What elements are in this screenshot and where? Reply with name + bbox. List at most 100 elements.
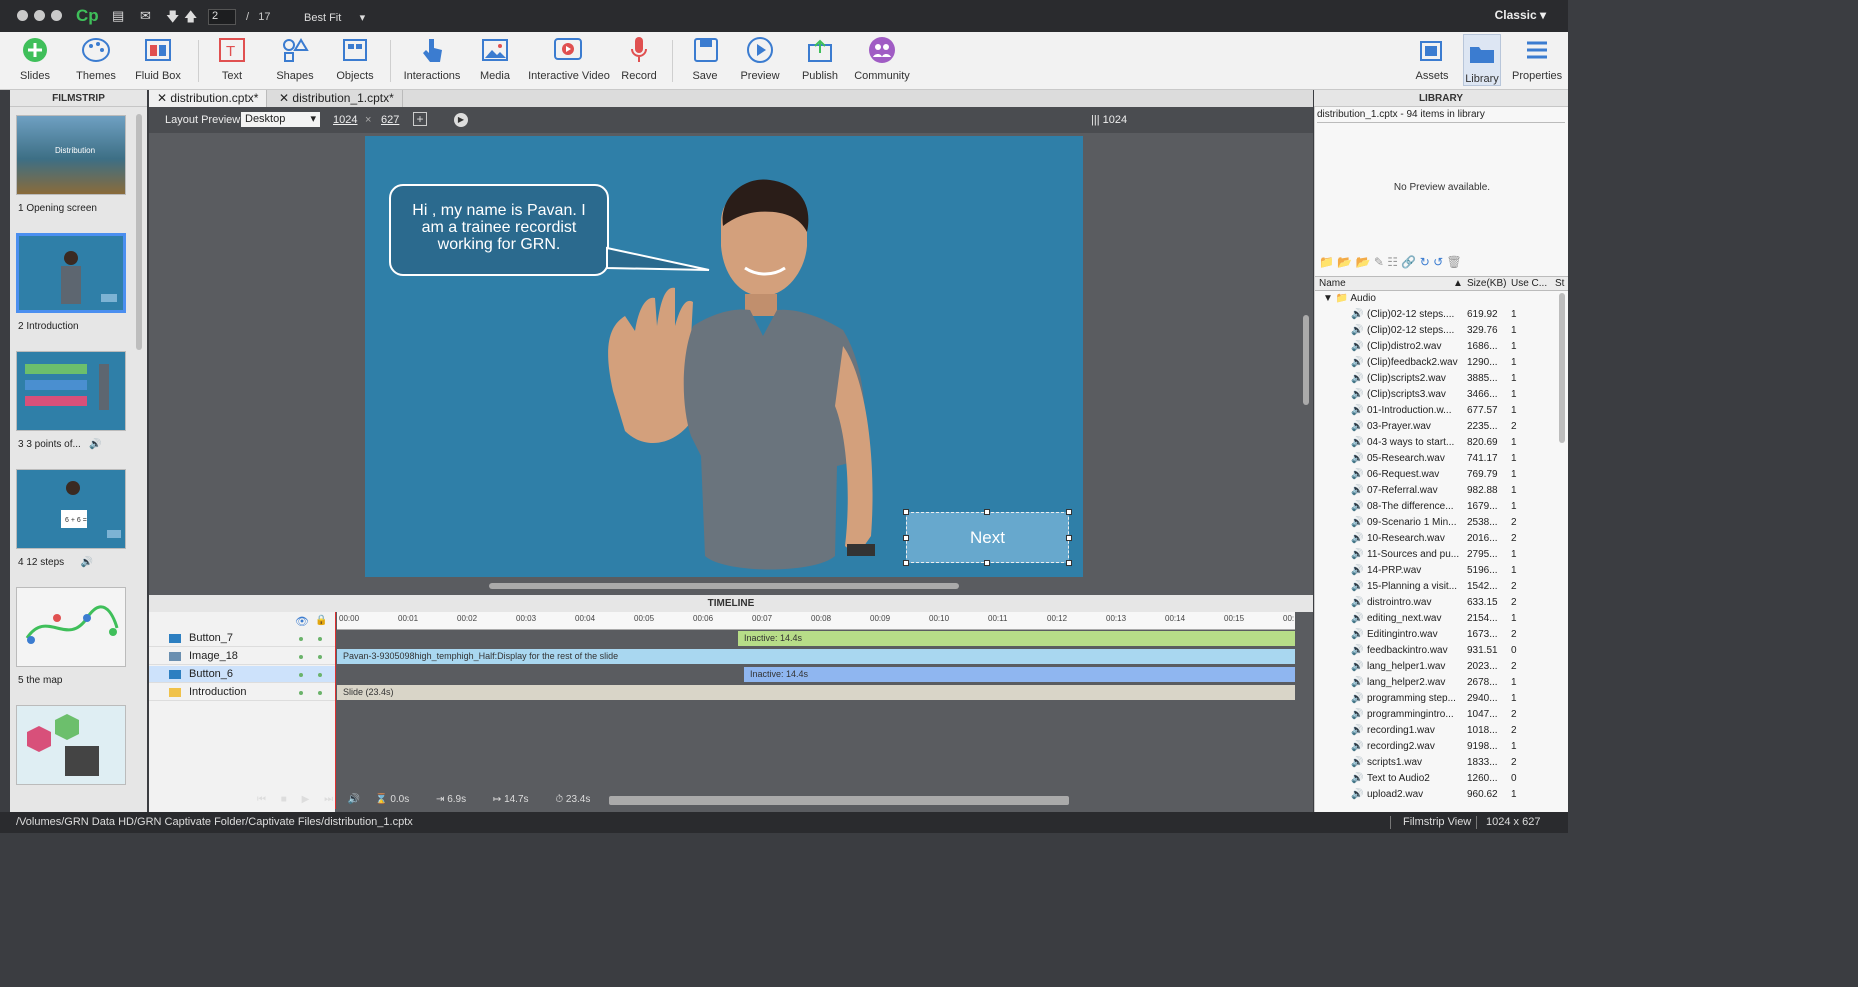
- timeline-bar[interactable]: Inactive: 14.4s: [744, 667, 1295, 682]
- library-item[interactable]: 🔊 05-Research.wav 741.17 1: [1315, 451, 1559, 467]
- resize-handle[interactable]: [903, 509, 909, 515]
- last-frame-icon[interactable]: ⏭: [324, 794, 333, 805]
- library-item[interactable]: 🔊 recording2.wav 9198... 1: [1315, 739, 1559, 755]
- library-item[interactable]: 🔊 (Clip)02-12 steps.... 619.92 1: [1315, 307, 1559, 323]
- breakpoint-marker[interactable]: ||| 1024: [1091, 114, 1127, 126]
- column-use-count[interactable]: Use C...: [1511, 278, 1547, 289]
- library-item[interactable]: 🔊 03-Prayer.wav 2235... 2: [1315, 419, 1559, 435]
- slide-thumb-5[interactable]: [16, 587, 126, 667]
- resize-handle[interactable]: [1066, 560, 1072, 566]
- timeline-layer[interactable]: Introduction: [149, 684, 335, 701]
- layer-toggle-dot[interactable]: [318, 691, 322, 695]
- sort-icon[interactable]: ▲: [1453, 278, 1463, 289]
- library-item[interactable]: 🔊 06-Request.wav 769.79 1: [1315, 467, 1559, 483]
- save-button[interactable]: Save: [690, 34, 720, 82]
- presenter-image[interactable]: [595, 176, 885, 577]
- library-item[interactable]: 🔊 01-Introduction.w... 677.57 1: [1315, 403, 1559, 419]
- library-item[interactable]: 🔊 08-The difference... 1679... 1: [1315, 499, 1559, 515]
- playhead[interactable]: [335, 612, 336, 809]
- fluid-box-button[interactable]: Fluid Box: [134, 34, 182, 82]
- resize-handle[interactable]: [903, 535, 909, 541]
- workspace-select[interactable]: Classic ▾: [1495, 8, 1546, 22]
- media-button[interactable]: Media: [476, 34, 514, 82]
- resize-handle[interactable]: [1066, 509, 1072, 515]
- delete-icon[interactable]: 🗑: [1447, 255, 1462, 269]
- layer-toggle-dot[interactable]: [318, 673, 322, 677]
- library-item[interactable]: 🔊 (Clip)distro2.wav 1686... 1: [1315, 339, 1559, 355]
- first-frame-icon[interactable]: ⏮: [257, 794, 266, 805]
- timeline-bar[interactable]: Pavan-3-9305098high_temphigh_Half:Displa…: [337, 649, 1295, 664]
- height-value[interactable]: 627: [381, 114, 399, 126]
- speech-bubble[interactable]: Hi , my name is Pavan. I am a trainee re…: [389, 184, 609, 276]
- themes-button[interactable]: Themes: [74, 34, 118, 82]
- stop-icon[interactable]: ■: [281, 794, 287, 805]
- column-size[interactable]: Size(KB): [1467, 278, 1506, 289]
- shapes-button[interactable]: Shapes: [274, 34, 316, 82]
- zoom-window-button[interactable]: [51, 10, 62, 21]
- slide-thumb-3[interactable]: [16, 351, 126, 431]
- slide-thumb-1[interactable]: Distribution: [16, 115, 126, 195]
- interactions-button[interactable]: Interactions: [402, 34, 462, 82]
- close-icon[interactable]: ✕: [157, 91, 167, 105]
- library-item[interactable]: 🔊 feedbackintro.wav 931.51 0: [1315, 643, 1559, 659]
- library-item[interactable]: 🔊 programming step... 2940... 1: [1315, 691, 1559, 707]
- library-scrollbar[interactable]: [1559, 293, 1565, 443]
- timeline-layer[interactable]: Button_7: [149, 630, 335, 647]
- slide-thumb-6[interactable]: [16, 705, 126, 785]
- library-item[interactable]: 🔊 editing_next.wav 2154... 1: [1315, 611, 1559, 627]
- eye-icon[interactable]: 👁: [295, 615, 309, 628]
- resize-handle[interactable]: [1066, 535, 1072, 541]
- library-item[interactable]: 🔊 (Clip)scripts2.wav 3885... 1: [1315, 371, 1559, 387]
- resize-handle[interactable]: [984, 560, 990, 566]
- slides-button[interactable]: Slides: [14, 34, 56, 82]
- minimize-window-button[interactable]: [34, 10, 45, 21]
- library-item[interactable]: 🔊 07-Referral.wav 982.88 1: [1315, 483, 1559, 499]
- zoom-select[interactable]: Best Fit ▾: [304, 11, 365, 24]
- library-item[interactable]: 🔊 (Clip)02-12 steps.... 329.76 1: [1315, 323, 1559, 339]
- play-icon[interactable]: ▶: [454, 113, 468, 127]
- layer-toggle-dot[interactable]: [299, 691, 303, 695]
- assets-button[interactable]: Assets: [1414, 34, 1450, 82]
- close-window-button[interactable]: [17, 10, 28, 21]
- width-value[interactable]: 1024: [333, 114, 357, 126]
- slide-canvas[interactable]: Hi , my name is Pavan. I am a trainee re…: [365, 136, 1083, 577]
- play-icon[interactable]: ▶: [302, 794, 310, 805]
- library-item[interactable]: 🔊 10-Research.wav 2016... 2: [1315, 531, 1559, 547]
- preview-button[interactable]: Preview: [740, 34, 780, 82]
- mail-icon[interactable]: ✉: [140, 8, 151, 24]
- arrow-down-icon[interactable]: 🡇: [166, 8, 179, 30]
- timeline-bar[interactable]: Slide (23.4s): [337, 685, 1295, 700]
- arrow-up-icon[interactable]: 🡅: [184, 8, 197, 30]
- library-item[interactable]: 🔊 lang_helper2.wav 2678... 1: [1315, 675, 1559, 691]
- edit-icon[interactable]: ✎: [1374, 255, 1384, 269]
- lock-icon[interactable]: 🔒: [315, 615, 327, 626]
- stage-vertical-scrollbar[interactable]: [1303, 315, 1309, 405]
- library-item[interactable]: 🔊 Text to Audio2 1260... 0: [1315, 771, 1559, 787]
- comment-icon[interactable]: ▤: [112, 8, 124, 24]
- next-button[interactable]: Next: [906, 512, 1069, 563]
- slide-thumb-2[interactable]: [16, 233, 126, 313]
- properties-button[interactable]: Properties: [1512, 34, 1562, 82]
- layer-toggle-dot[interactable]: [299, 637, 303, 641]
- layer-toggle-dot[interactable]: [299, 673, 303, 677]
- library-item[interactable]: 🔊 distrointro.wav 633.15 2: [1315, 595, 1559, 611]
- library-item[interactable]: 🔊 11-Sources and pu... 2795... 1: [1315, 547, 1559, 563]
- timeline-ruler[interactable]: 00:00 00:01 00:02 00:03 00:04 00:05 00:06 00:07…: [337, 612, 1295, 630]
- filmstrip-scrollbar[interactable]: [136, 114, 142, 350]
- timeline-layer[interactable]: Button_6: [149, 666, 335, 683]
- library-folder-audio[interactable]: ▼ 📁 Audio: [1323, 293, 1376, 304]
- library-item[interactable]: 🔊 09-Scenario 1 Min... 2538... 2: [1315, 515, 1559, 531]
- timeline-bar[interactable]: Inactive: 14.4s: [738, 631, 1295, 646]
- speaker-icon[interactable]: 🔊: [348, 794, 360, 805]
- close-icon[interactable]: ✕: [279, 91, 289, 105]
- refresh-icon[interactable]: ↻: [1420, 255, 1430, 269]
- library-item[interactable]: 🔊 (Clip)feedback2.wav 1290... 1: [1315, 355, 1559, 371]
- link-icon[interactable]: 🔗: [1401, 255, 1416, 269]
- library-item[interactable]: 🔊 Editingintro.wav 1673... 2: [1315, 627, 1559, 643]
- page-number-input[interactable]: 2: [208, 9, 236, 25]
- column-status[interactable]: St: [1555, 278, 1564, 289]
- library-item[interactable]: 🔊 14-PRP.wav 5196... 1: [1315, 563, 1559, 579]
- library-item[interactable]: 🔊 scripts1.wav 1833... 2: [1315, 755, 1559, 771]
- open-folder-icon[interactable]: 📁: [1319, 255, 1334, 269]
- slide-thumb-4[interactable]: 6 + 6 =: [16, 469, 126, 549]
